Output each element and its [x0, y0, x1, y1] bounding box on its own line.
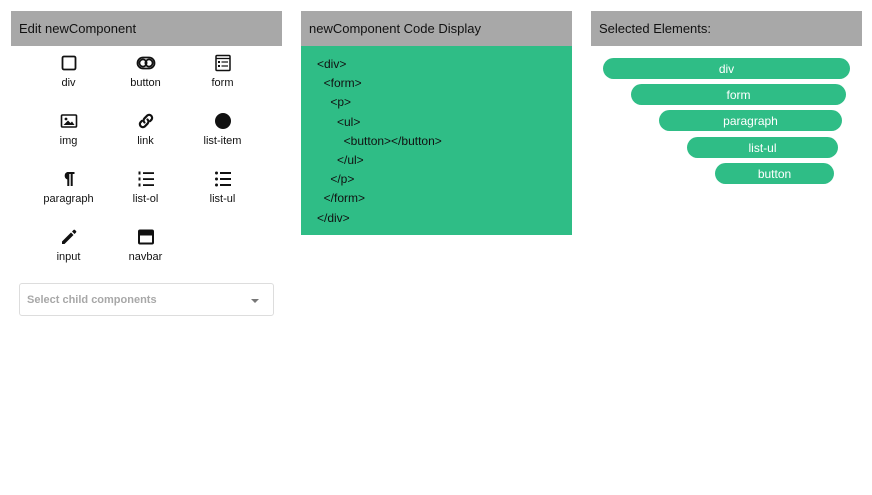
square-outline-icon — [61, 55, 76, 71]
component-label: list-item — [203, 135, 242, 147]
component-div[interactable]: div — [30, 53, 107, 111]
code-line: <div> — [317, 57, 347, 71]
child-components-select[interactable]: Select child components — [19, 283, 274, 316]
code-line: </p> — [317, 172, 355, 187]
component-label: list-ol — [132, 193, 159, 205]
selected-panel-title: Selected Elements: — [599, 21, 712, 36]
component-label: img — [59, 135, 78, 147]
select-placeholder: Select child components — [27, 293, 157, 306]
component-label: link — [137, 135, 154, 147]
edit-panel-header: Edit newComponent — [11, 11, 282, 46]
code-line: <button></button> — [317, 133, 442, 148]
component-label: button — [130, 77, 161, 89]
ordered-list-icon — [138, 171, 154, 187]
component-label: form — [211, 77, 234, 89]
selected-panel-header: Selected Elements: — [591, 11, 862, 46]
selected-elements-panel: Selected Elements: — [591, 11, 862, 46]
selected-chip-button[interactable]: button — [715, 163, 834, 184]
selected-chip-paragraph[interactable]: paragraph — [659, 110, 842, 131]
code-panel-title: newComponent Code Display — [309, 21, 481, 36]
bulleted-list-icon — [214, 171, 231, 187]
component-input[interactable]: input — [30, 227, 107, 285]
selected-chip-form[interactable]: form — [631, 84, 846, 105]
edit-component-panel: Edit newComponent div button form img li… — [11, 11, 282, 316]
component-icon-grid: div button form img link list-item parag… — [30, 53, 282, 285]
code-line: </div> — [317, 210, 350, 225]
selected-chip-list-ul[interactable]: list-ul — [687, 137, 838, 158]
code-display-panel: newComponent Code Display <div> <form> <… — [301, 11, 572, 235]
code-display: <div> <form> <p> <ul> <button></button> … — [301, 46, 572, 235]
chevron-down-icon[interactable] — [251, 298, 259, 303]
component-form[interactable]: form — [184, 53, 261, 111]
navbar-icon — [137, 229, 154, 245]
component-link[interactable]: link — [107, 111, 184, 169]
component-label: navbar — [128, 251, 163, 263]
code-line: </form> — [317, 191, 366, 206]
code-line: <form> — [317, 76, 362, 91]
edit-panel-title: Edit newComponent — [19, 21, 137, 36]
form-icon — [214, 54, 231, 72]
component-label: paragraph — [43, 193, 94, 205]
component-paragraph[interactable]: paragraph — [30, 169, 107, 227]
toggle-icon — [136, 56, 155, 70]
component-list-ol[interactable]: list-ol — [107, 169, 184, 227]
component-list-ul[interactable]: list-ul — [184, 169, 261, 227]
link-icon — [138, 113, 153, 129]
code-line: </ul> — [317, 152, 364, 167]
component-button[interactable]: button — [107, 53, 184, 111]
component-list-item[interactable]: list-item — [184, 111, 261, 169]
image-icon — [60, 114, 77, 128]
code-panel-header: newComponent Code Display — [301, 11, 572, 46]
selected-chip-div[interactable]: div — [603, 58, 850, 79]
pencil-icon — [61, 229, 76, 244]
component-label: div — [61, 77, 76, 89]
code-line: <ul> — [317, 114, 361, 129]
pilcrow-icon — [64, 172, 74, 186]
component-label: list-ul — [209, 193, 236, 205]
component-img[interactable]: img — [30, 111, 107, 169]
component-navbar[interactable]: navbar — [107, 227, 184, 285]
component-label: input — [56, 251, 81, 263]
filled-circle-icon — [214, 113, 231, 129]
code-line: <p> — [317, 95, 352, 110]
